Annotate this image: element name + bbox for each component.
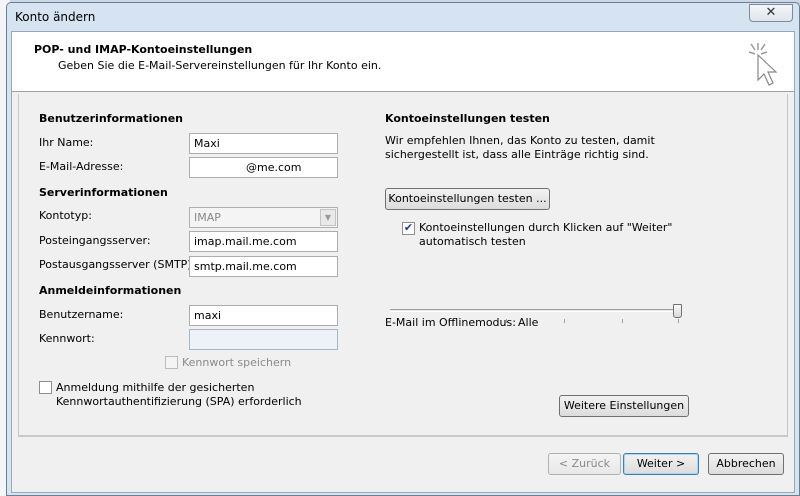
auto-test-label-line1: Kontoeinstellungen durch Klicken auf "We… [419, 221, 673, 234]
dialog-client-area: POP- und IMAP-Kontoeinstellungen Geben S… [11, 31, 795, 493]
spa-label-line2: Kennwortauthentifizierung (SPA) erforder… [56, 395, 302, 408]
slider-tick [506, 319, 507, 323]
server-info-heading: Serverinformationen [39, 186, 168, 199]
incoming-server-label: Posteingangsserver: [39, 234, 151, 247]
chevron-down-icon: ▼ [320, 209, 336, 226]
offline-mode-label: E-Mail im Offlinemodus: [385, 316, 516, 329]
test-description-line1: Wir empfehlen Ihnen, das Konto zu testen… [385, 134, 655, 147]
dialog-header: POP- und IMAP-Kontoeinstellungen Geben S… [12, 32, 794, 92]
outgoing-server-label: Postausgangsserver (SMTP): [39, 258, 196, 271]
auto-test-label-line2: automatisch testen [419, 235, 526, 248]
user-info-heading: Benutzerinformationen [39, 112, 184, 125]
back-button[interactable]: < Zurück [548, 453, 621, 475]
footer-divider [18, 436, 788, 437]
more-settings-button[interactable]: Weitere Einstellungen [559, 395, 689, 417]
password-label: Kennwort: [39, 332, 95, 345]
slider-tick [390, 319, 391, 323]
window-title: Konto ändern [15, 10, 96, 24]
outgoing-server-input[interactable]: smtp.mail.me.com [189, 256, 338, 277]
remember-password-label: Kennwort speichern [182, 356, 292, 369]
slider-tick [622, 319, 623, 323]
incoming-server-input[interactable]: imap.mail.me.com [189, 231, 338, 252]
name-input[interactable]: Maxi [189, 133, 338, 154]
slider-thumb[interactable] [673, 304, 682, 318]
slider-tick [564, 319, 565, 323]
test-settings-heading: Kontoeinstellungen testen [385, 112, 550, 125]
remember-password-checkbox[interactable] [165, 356, 178, 369]
slider-tick [678, 319, 679, 323]
account-type-select[interactable]: IMAP ▼ [189, 207, 338, 228]
settings-panel: Benutzerinformationen Ihr Name: Maxi E-M… [18, 94, 788, 436]
username-input[interactable]: maxi [189, 305, 338, 326]
account-type-value: IMAP [194, 211, 221, 224]
slider-track[interactable] [390, 309, 682, 312]
test-description-line2: sichergestellt ist, dass alle Einträge r… [385, 148, 649, 161]
login-info-heading: Anmeldeinformationen [39, 284, 182, 297]
email-label: E-Mail-Adresse: [39, 160, 124, 173]
auto-test-checkbox[interactable]: ✔ [402, 222, 415, 235]
test-account-settings-button[interactable]: Kontoeinstellungen testen ... [385, 188, 550, 210]
wizard-cursor-icon [748, 43, 778, 86]
name-label: Ihr Name: [39, 136, 94, 149]
spa-checkbox[interactable] [39, 381, 52, 394]
change-account-dialog: Konto ändern ✕ POP- und IMAP-Kontoeinste… [6, 2, 800, 496]
offline-mode-value: Alle [518, 316, 539, 329]
slider-tick [448, 319, 449, 323]
next-button[interactable]: Weiter > [623, 453, 699, 475]
spa-label-line1: Anmeldung mithilfe der gesicherten [56, 381, 255, 394]
checkmark-icon: ✔ [403, 221, 414, 234]
header-subtitle: Geben Sie die E-Mail-Servereinstellungen… [58, 59, 382, 72]
close-button[interactable]: ✕ [749, 4, 793, 22]
title-bar[interactable]: Konto ändern ✕ [7, 3, 799, 31]
cancel-button[interactable]: Abbrechen [708, 453, 784, 475]
header-title: POP- und IMAP-Kontoeinstellungen [34, 43, 253, 56]
password-input[interactable] [189, 329, 338, 350]
username-label: Benutzername: [39, 308, 124, 321]
email-input[interactable]: @me.com [189, 157, 338, 178]
account-type-label: Kontotyp: [39, 209, 92, 222]
close-icon: ✕ [765, 5, 777, 20]
